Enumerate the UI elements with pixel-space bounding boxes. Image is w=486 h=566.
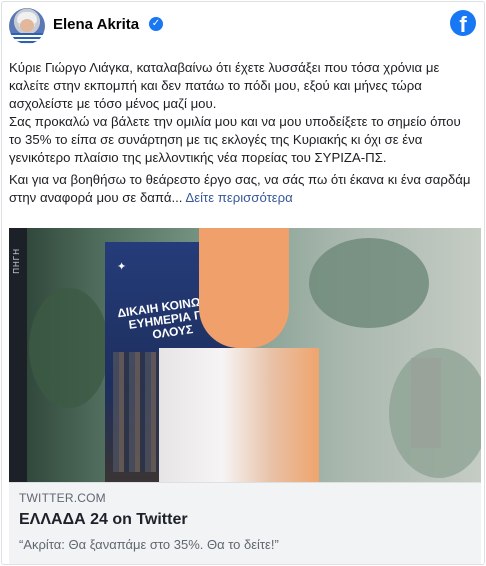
author-avatar[interactable] [9, 8, 45, 44]
image-side-caption: ΠΗΓΗ [12, 248, 21, 274]
facebook-post-card: Elena Akrita ✓ f Κύριε Γιώργο Λιάγκα, κα… [1, 1, 485, 565]
verified-badge-icon: ✓ [149, 17, 163, 31]
link-preview-footer[interactable]: TWITTER.COM ΕΛΛΑΔΑ 24 on Twitter “Ακρίτα… [9, 482, 481, 564]
poster-star-icon: ✦ [117, 261, 127, 273]
link-title[interactable]: ΕΛΛΑΔΑ 24 on Twitter [19, 511, 188, 529]
post-header: Elena Akrita ✓ f [9, 8, 479, 46]
post-paragraph-1: Κύριε Γιώργο Λιάγκα, καταλαβαίνω ότι έχε… [9, 60, 440, 111]
avatar-face [20, 19, 34, 32]
link-description: “Ακρίτα: Θα ξαναπάμε στο 35%. Θα το δείτ… [19, 537, 279, 552]
link-domain: TWITTER.COM [19, 491, 106, 505]
background-tree [29, 288, 109, 408]
speaker-figure [199, 228, 289, 348]
post-paragraph-3: Και για να βοηθήσω το θεάρεστο έργο σας,… [9, 171, 475, 207]
author-name[interactable]: Elena Akrita [53, 16, 139, 33]
link-preview-image[interactable]: ΠΗΓΗ ✦ ✦ ΔΙΚΑΙΗ ΚΟΙΝΩΝΙΑ ΕΥΗΜΕΡΙΑ ΓΙΑ ΟΛ… [9, 228, 481, 482]
post-paragraph-2: Σας προκαλώ να βάλετε την ομιλία μου και… [9, 114, 461, 165]
background-post [411, 358, 441, 448]
speaker-skirt [159, 348, 319, 482]
background-tree [309, 238, 429, 328]
post-body: Κύριε Γιώργο Λιάγκα, καταλαβαίνω ότι έχε… [9, 59, 475, 207]
see-more-link[interactable]: Δείτε περισσότερα [185, 190, 292, 205]
avatar-flag-frame [9, 33, 45, 44]
facebook-logo-icon[interactable]: f [450, 10, 476, 36]
